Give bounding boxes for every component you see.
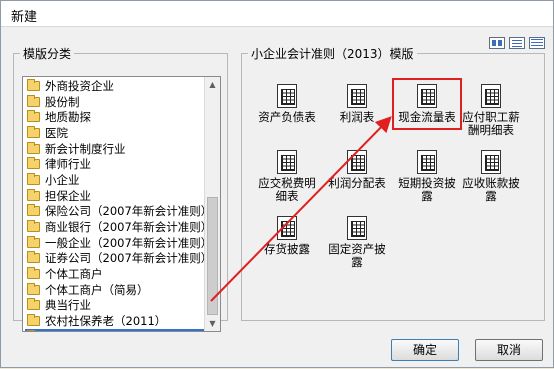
- category-item[interactable]: 个体工商户（简易）: [25, 282, 205, 298]
- category-item-label: 外商投资企业: [45, 78, 114, 94]
- category-item-label: 农村社保养老（2011）: [45, 313, 166, 329]
- category-list[interactable]: 外商投资企业股份制地质勘探医院新会计制度行业律师行业小企业担保企业保险公司（20…: [22, 76, 221, 332]
- template-grid: 资产负债表利润表现金流量表应付职工薪酬明细表应交税费明细表利润分配表短期投资披露…: [242, 62, 544, 324]
- category-item-label: 典当行业: [45, 297, 91, 313]
- template-item-label: 利润分配表: [324, 177, 390, 190]
- template-item[interactable]: 固定资产披露: [324, 216, 390, 269]
- folder-icon: [27, 222, 40, 232]
- folder-icon: [27, 112, 40, 122]
- category-item-label: 小企业会计准则（2013）: [45, 329, 178, 332]
- template-item-label: 应收账款披露: [458, 177, 524, 203]
- category-item[interactable]: 农村社保养老（2011）: [25, 313, 205, 329]
- category-item-label: 医院: [45, 125, 68, 141]
- scroll-thumb[interactable]: [207, 197, 218, 315]
- category-item[interactable]: 新会计制度行业: [25, 141, 205, 157]
- template-item-label: 资产负债表: [254, 111, 320, 124]
- folder-icon: [27, 97, 40, 107]
- template-item[interactable]: 短期投资披露: [394, 150, 460, 203]
- folder-icon: [27, 316, 40, 326]
- report-document-icon: [481, 150, 501, 174]
- folder-icon: [27, 159, 40, 169]
- cancel-button[interactable]: 取消: [475, 339, 543, 361]
- category-item[interactable]: 股份制: [25, 94, 205, 110]
- folder-icon: [27, 81, 40, 91]
- category-item-label: 一般企业（2007年新会计准则）: [45, 235, 212, 251]
- category-item-label: 股份制: [45, 94, 80, 110]
- report-document-icon: [277, 216, 297, 240]
- category-item-label: 证券公司（2007年新会计准则）: [45, 250, 212, 266]
- category-item-label: 商业银行（2007年新会计准则）: [45, 219, 212, 235]
- report-document-icon: [347, 216, 367, 240]
- ok-button[interactable]: 确定: [391, 339, 459, 361]
- report-document-icon: [277, 84, 297, 108]
- template-group-label: 小企业会计准则（2013）模版: [248, 45, 417, 62]
- window-title: 新建: [11, 6, 37, 25]
- template-item-label: 利润表: [324, 111, 390, 124]
- category-items: 外商投资企业股份制地质勘探医院新会计制度行业律师行业小企业担保企业保险公司（20…: [25, 78, 205, 332]
- category-scrollbar[interactable]: ▲ ▼: [204, 77, 220, 331]
- template-item-label: 现金流量表: [394, 111, 460, 124]
- template-item[interactable]: 资产负债表: [254, 84, 320, 124]
- category-item[interactable]: 证券公司（2007年新会计准则）: [25, 251, 205, 267]
- category-group-label: 模版分类: [20, 45, 74, 62]
- category-item-label: 个体工商户: [45, 266, 103, 282]
- report-document-icon: [277, 150, 297, 174]
- template-item[interactable]: 应交税费明细表: [254, 150, 320, 203]
- template-item-label: 固定资产披露: [324, 243, 390, 269]
- category-item-label: 律师行业: [45, 156, 91, 172]
- report-document-icon: [417, 84, 437, 108]
- folder-icon: [27, 206, 40, 216]
- folder-icon: [27, 300, 40, 310]
- category-item-label: 新会计制度行业: [45, 141, 126, 157]
- category-item[interactable]: 小企业会计准则（2013）: [25, 329, 205, 332]
- category-item-label: 保险公司（2007年新会计准则）: [45, 203, 212, 219]
- template-item[interactable]: 存货披露: [254, 216, 320, 256]
- template-item[interactable]: 应付职工薪酬明细表: [458, 84, 524, 137]
- folder-icon: [27, 238, 40, 248]
- folder-icon: [27, 269, 40, 279]
- folder-icon: [27, 144, 40, 154]
- category-item[interactable]: 保险公司（2007年新会计准则）: [25, 204, 205, 220]
- template-item[interactable]: 现金流量表: [394, 80, 460, 128]
- report-document-icon: [417, 150, 437, 174]
- report-document-icon: [347, 84, 367, 108]
- category-item[interactable]: 商业银行（2007年新会计准则）: [25, 219, 205, 235]
- category-item-label: 个体工商户（简易）: [45, 282, 149, 298]
- category-item[interactable]: 担保企业: [25, 188, 205, 204]
- report-document-icon: [347, 150, 367, 174]
- folder-icon: [27, 253, 40, 263]
- folder-icon: [27, 191, 40, 201]
- template-item[interactable]: 利润表: [324, 84, 390, 124]
- scroll-up-arrow-icon[interactable]: ▲: [207, 79, 218, 90]
- category-item[interactable]: 医院: [25, 125, 205, 141]
- category-group: 模版分类 外商投资企业股份制地质勘探医院新会计制度行业律师行业小企业担保企业保险…: [13, 45, 228, 321]
- template-item-label: 应付职工薪酬明细表: [458, 111, 524, 137]
- template-item[interactable]: 利润分配表: [324, 150, 390, 190]
- scroll-down-arrow-icon[interactable]: ▼: [207, 318, 218, 329]
- category-item-label: 担保企业: [45, 188, 91, 204]
- category-item-label: 地质勘探: [45, 109, 91, 125]
- category-item[interactable]: 个体工商户: [25, 266, 205, 282]
- title-bar: 新建: [1, 1, 553, 27]
- report-document-icon: [481, 84, 501, 108]
- template-item-label: 应交税费明细表: [254, 177, 320, 203]
- category-item-label: 小企业: [45, 172, 80, 188]
- category-item[interactable]: 小企业: [25, 172, 205, 188]
- category-item[interactable]: 外商投资企业: [25, 78, 205, 94]
- template-group: 小企业会计准则（2013）模版 资产负债表利润表现金流量表应付职工薪酬明细表应交…: [241, 45, 545, 321]
- template-item-label: 短期投资披露: [394, 177, 460, 203]
- template-item[interactable]: 应收账款披露: [458, 150, 524, 203]
- category-item[interactable]: 律师行业: [25, 156, 205, 172]
- folder-icon: [27, 175, 40, 185]
- folder-icon: [27, 285, 40, 295]
- category-item[interactable]: 地质勘探: [25, 109, 205, 125]
- folder-icon: [27, 128, 40, 138]
- new-dialog: 新建 模版分类 外商投资企业股份制地质勘探医院新会计制度行业律师行业小企业担保企…: [0, 0, 554, 368]
- template-item-label: 存货披露: [254, 243, 320, 256]
- category-item[interactable]: 典当行业: [25, 298, 205, 314]
- category-item[interactable]: 一般企业（2007年新会计准则）: [25, 235, 205, 251]
